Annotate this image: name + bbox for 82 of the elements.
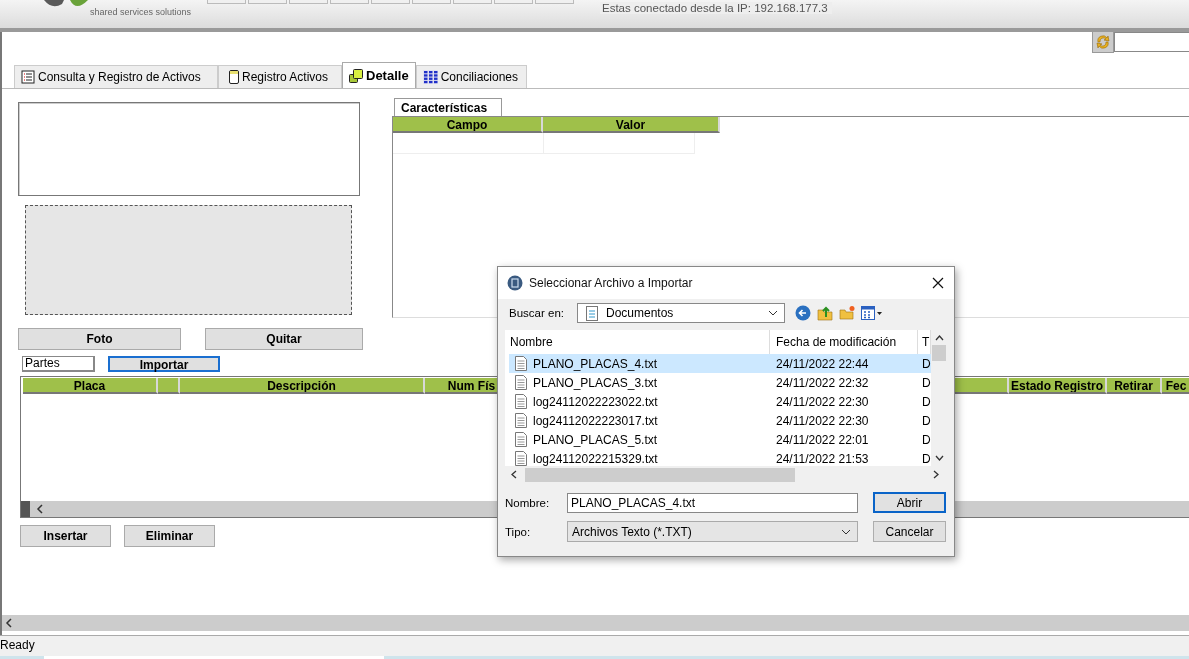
file-type: D [921, 413, 931, 428]
scroll-left-icon[interactable] [5, 618, 13, 628]
new-folder-icon[interactable] [839, 305, 855, 321]
column-header: Fec [1162, 378, 1189, 394]
parts-label: Partes [22, 356, 95, 372]
file-name: log24112022223022.txt [533, 394, 658, 409]
text-file-icon [515, 356, 527, 371]
connection-text: Estas conectado desde la IP: 192.168.177.3 [600, 2, 832, 14]
file-name: log24112022215329.txt [533, 451, 658, 466]
file-date: 24/11/2022 22:32 [775, 375, 870, 390]
file-row[interactable]: log24112022223017.txt 24/11/2022 22:30 D [509, 411, 931, 430]
table-icon [422, 70, 438, 84]
column-header: Placa [23, 378, 158, 394]
file-type-dropdown[interactable]: Archivos Texto (*.TXT) [567, 521, 858, 542]
file-row[interactable]: log24112022223022.txt 24/11/2022 22:30 D [509, 392, 931, 411]
import-button[interactable]: Importar [108, 356, 220, 372]
file-type: D [921, 375, 931, 390]
document-icon [229, 70, 239, 84]
name-label: Nombre: [505, 496, 551, 509]
column-header: Valor [543, 117, 720, 133]
file-name: log24112022223017.txt [533, 413, 658, 428]
chevron-down-icon [768, 310, 778, 316]
look-in-dropdown[interactable]: Documentos [577, 303, 785, 323]
file-row[interactable]: log24112022215329.txt 24/11/2022 21:53 D [509, 449, 931, 466]
scroll-up-icon[interactable] [934, 335, 944, 341]
file-name-field[interactable]: PLANO_PLACAS_4.txt [567, 492, 858, 513]
view-menu-icon[interactable] [861, 306, 883, 320]
grid-button[interactable]: Insertar [20, 525, 111, 547]
text-file-icon [515, 451, 527, 466]
list-icon [21, 70, 35, 84]
file-date: 24/11/2022 22:30 [775, 394, 870, 409]
tab[interactable]: Consulta y Registro de Activos [14, 65, 218, 88]
file-date: 24/11/2022 22:30 [775, 413, 870, 428]
folder-up-icon[interactable] [817, 305, 833, 321]
document-icon [586, 305, 598, 321]
leaf-logo-icon [44, 0, 88, 7]
column-header: Descripción [180, 378, 425, 394]
text-file-icon [515, 375, 527, 390]
photo-button[interactable]: Quitar [205, 328, 363, 350]
file-type: D [921, 356, 931, 371]
grid-button[interactable]: Eliminar [124, 525, 215, 547]
scroll-down-icon[interactable] [934, 455, 944, 461]
tab[interactable]: Detalle [342, 62, 416, 88]
file-type: D [921, 451, 931, 466]
file-date: 24/11/2022 22:44 [775, 356, 870, 371]
squares-icon [349, 68, 363, 83]
file-name: PLANO_PLACAS_3.txt [533, 375, 658, 390]
file-type: D [921, 394, 931, 409]
chevron-down-icon [841, 528, 851, 535]
grid-corner-marker [21, 501, 30, 517]
scroll-right-icon[interactable] [933, 470, 939, 479]
back-icon[interactable] [795, 305, 811, 321]
tab[interactable]: Registro Activos [218, 65, 342, 88]
tab[interactable]: Conciliaciones [415, 65, 527, 88]
text-file-icon [515, 413, 527, 428]
dialog-title: Seleccionar Archivo a Importar [529, 276, 693, 290]
scroll-left-icon[interactable] [511, 470, 517, 479]
column-header: Estado Registro [1009, 378, 1107, 394]
cancel-button[interactable]: Cancelar [873, 521, 946, 542]
column-header [158, 378, 180, 394]
scroll-left-icon[interactable] [36, 504, 44, 514]
look-in-label: Buscar en: [509, 307, 565, 319]
file-date: 24/11/2022 22:01 [775, 432, 870, 447]
search-field[interactable] [1114, 32, 1189, 52]
text-file-icon [515, 394, 527, 409]
open-button[interactable]: Abrir [873, 492, 946, 513]
text-file-icon [515, 432, 527, 447]
close-icon[interactable] [932, 277, 944, 289]
file-name: PLANO_PLACAS_4.txt [533, 356, 658, 371]
app-icon [507, 275, 523, 291]
type-label: Tipo: [505, 525, 532, 538]
file-type: D [921, 432, 931, 447]
file-name: PLANO_PLACAS_5.txt [533, 432, 658, 447]
file-row[interactable]: PLANO_PLACAS_4.txt 24/11/2022 22:44 D [509, 354, 931, 373]
logo-tagline: shared services solutions [90, 7, 193, 17]
status-text: Ready [0, 638, 35, 652]
file-row[interactable]: PLANO_PLACAS_5.txt 24/11/2022 22:01 D [509, 430, 931, 449]
photo-button[interactable]: Foto [18, 328, 181, 350]
characteristics-tab[interactable]: Características [394, 98, 502, 116]
column-header: Campo [393, 117, 543, 133]
column-header: Retirar [1107, 378, 1162, 394]
file-date: 24/11/2022 21:53 [775, 451, 870, 466]
